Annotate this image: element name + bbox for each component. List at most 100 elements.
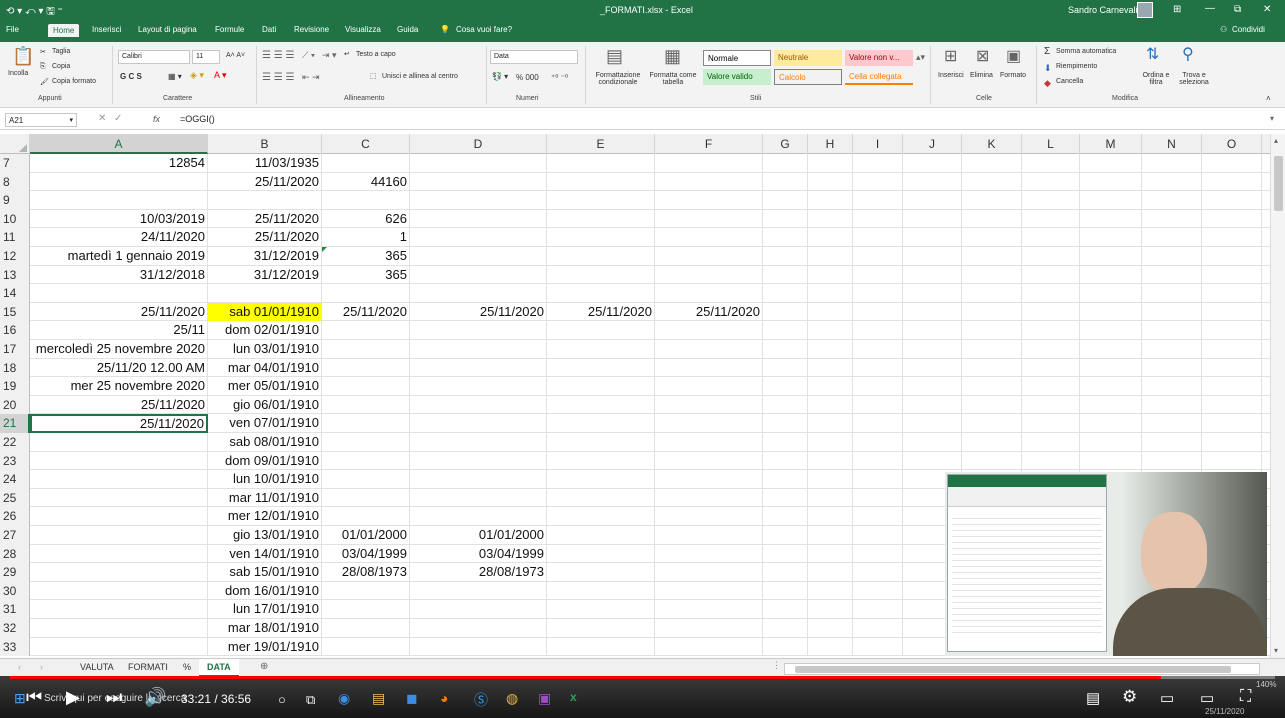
cell-g27[interactable] [763,526,808,545]
cell-e23[interactable] [547,451,655,471]
user-name[interactable]: Sandro Carnevali [1068,5,1138,15]
cell-o16[interactable] [1202,321,1262,340]
cell-f26[interactable] [655,507,763,526]
row-header[interactable]: 21 [0,414,30,433]
cell-d27[interactable]: 01/01/2000 [410,526,547,545]
cell-g21[interactable] [763,414,808,433]
taskbar-explorer-icon[interactable]: ▤ [372,690,385,707]
cell-c16[interactable] [322,321,410,340]
sheet-tab-formati[interactable]: FORMATI [128,662,168,672]
cell-n14[interactable] [1142,284,1202,303]
cell-k11[interactable] [962,228,1022,247]
cell-d31[interactable] [410,600,547,619]
cell-o21[interactable] [1202,414,1262,433]
cell-c27[interactable]: 01/01/2000 [322,526,410,545]
tab-help[interactable]: Guida [397,25,418,34]
row-header[interactable]: 23 [0,451,30,471]
cell-d23[interactable] [410,451,547,471]
cell-d24[interactable] [410,470,547,489]
cell-f18[interactable] [655,358,763,378]
cell-g23[interactable] [763,451,808,471]
cell-o14[interactable] [1202,284,1262,303]
cell-g19[interactable] [763,377,808,396]
cell-c13[interactable]: 365 [322,265,410,285]
cell-e20[interactable] [547,395,655,415]
cell-i30[interactable] [853,581,903,601]
row-header[interactable]: 13 [0,265,30,285]
cell-l19[interactable] [1022,377,1080,396]
tabs-splitter[interactable]: ⋮ [772,660,781,671]
cell-m15[interactable] [1080,302,1142,322]
tab-file[interactable]: File [6,25,19,34]
cell-a18[interactable]: 25/11/20 12.00 AM [30,358,208,378]
cell-o20[interactable] [1202,395,1262,415]
row-header[interactable]: 10 [0,209,30,229]
vertical-scrollbar[interactable]: ▴ ▾ [1270,134,1285,658]
row-header[interactable]: 27 [0,526,30,545]
cell-d14[interactable] [410,284,547,303]
cell-c30[interactable] [322,581,410,601]
cell-b15[interactable]: sab 01/01/1910 [208,302,322,322]
row-header[interactable]: 29 [0,563,30,582]
column-header-n[interactable]: N [1142,134,1202,154]
cell-d33[interactable] [410,637,547,657]
cell-a25[interactable] [30,488,208,508]
cell-g16[interactable] [763,321,808,340]
cell-h11[interactable] [808,228,853,247]
cell-h18[interactable] [808,358,853,378]
cell-j16[interactable] [903,321,962,340]
cell-f17[interactable] [655,340,763,359]
cell-a19[interactable]: mer 25 novembre 2020 [30,377,208,396]
increase-indent-icon[interactable]: ⇤ ⇥ [302,72,320,83]
sheet-prev-icon[interactable]: ‹ [18,662,21,672]
cell-d30[interactable] [410,581,547,601]
cell-a30[interactable] [30,581,208,601]
cell-h17[interactable] [808,340,853,359]
cell-i8[interactable] [853,172,903,192]
cell-a21[interactable]: 25/11/2020 [30,414,208,433]
cell-e30[interactable] [547,581,655,601]
cell-i19[interactable] [853,377,903,396]
number-format-select[interactable]: Data [490,50,578,64]
cell-n20[interactable] [1142,395,1202,415]
tab-insert[interactable]: Inserisci [92,25,121,34]
cell-g29[interactable] [763,563,808,582]
cell-h33[interactable] [808,637,853,657]
font-grow-shrink-buttons[interactable]: A˄ A˅ [226,52,245,59]
cell-i13[interactable] [853,265,903,285]
cell-f7[interactable] [655,154,763,173]
cell-g20[interactable] [763,395,808,415]
cell-b20[interactable]: gio 06/01/1910 [208,395,322,415]
decimal-buttons[interactable]: ⁺⁰ ⁻⁰ [551,73,568,82]
cell-a26[interactable] [30,507,208,526]
confirm-entry-icon[interactable]: ✓ [114,113,122,124]
fill-color-icon[interactable]: ◈ ▾ [190,70,204,81]
cell-h20[interactable] [808,395,853,415]
cell-i33[interactable] [853,637,903,657]
cell-i26[interactable] [853,507,903,526]
cell-d25[interactable] [410,488,547,508]
taskbar-skype-icon[interactable]: Ⓢ [474,690,488,710]
cell-c22[interactable] [322,433,410,452]
row-header[interactable]: 33 [0,637,30,657]
error-indicator-icon[interactable] [322,247,327,252]
horizontal-scroll-thumb[interactable] [795,666,1231,673]
cell-k20[interactable] [962,395,1022,415]
cell-f8[interactable] [655,172,763,192]
cell-g22[interactable] [763,433,808,452]
cell-d18[interactable] [410,358,547,378]
cell-k15[interactable] [962,302,1022,322]
cell-g32[interactable] [763,619,808,638]
cell-h12[interactable] [808,247,853,266]
column-header-f[interactable]: F [655,134,763,154]
cell-j18[interactable] [903,358,962,378]
cell-f14[interactable] [655,284,763,303]
cell-m12[interactable] [1080,247,1142,266]
cell-h29[interactable] [808,563,853,582]
cell-d26[interactable] [410,507,547,526]
cell-g8[interactable] [763,172,808,192]
cell-n11[interactable] [1142,228,1202,247]
cell-e19[interactable] [547,377,655,396]
cell-b32[interactable]: mar 18/01/1910 [208,619,322,638]
column-header-g[interactable]: G [763,134,808,154]
